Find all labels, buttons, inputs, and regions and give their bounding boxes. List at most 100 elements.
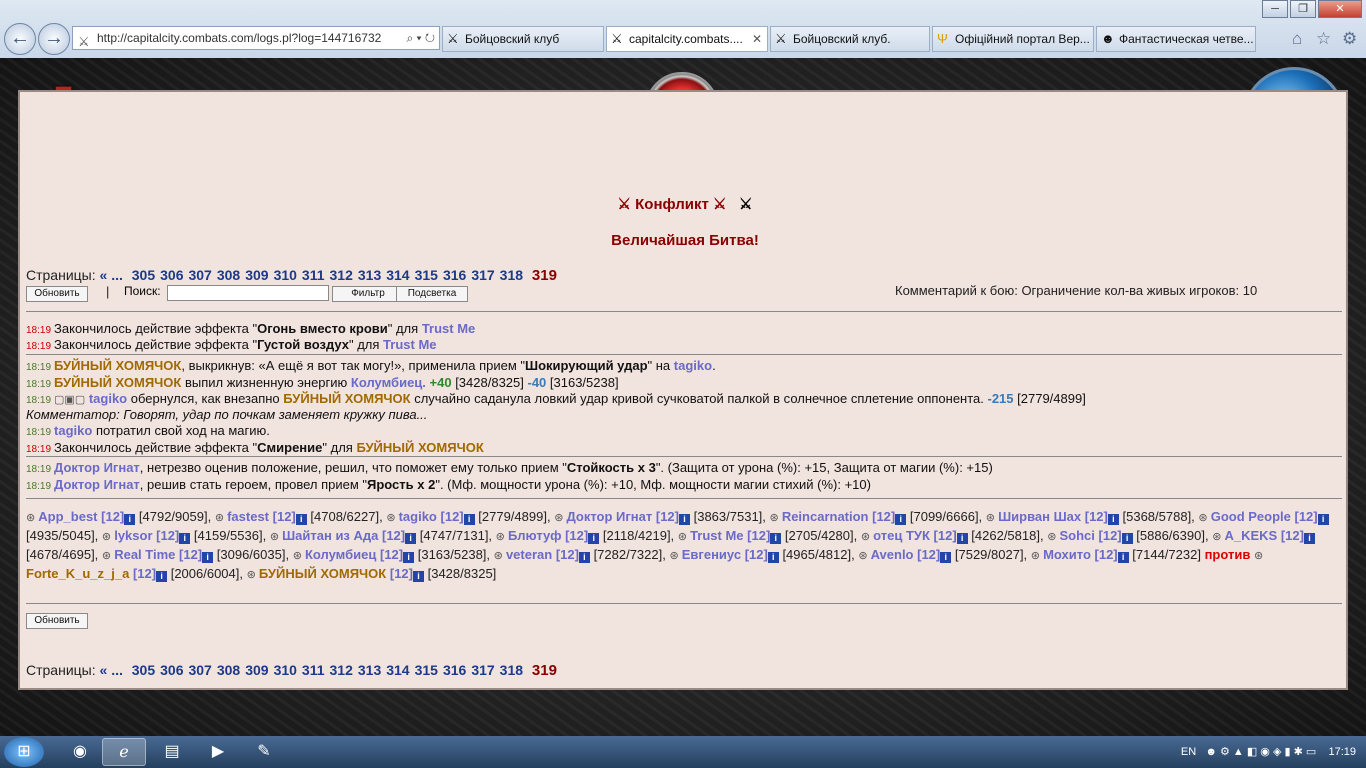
page-link[interactable]: 318 xyxy=(500,662,523,678)
info-icon[interactable]: i xyxy=(295,514,307,525)
minimize-button[interactable]: ─ xyxy=(1262,0,1288,18)
refresh-button-top[interactable]: Обновить xyxy=(26,286,88,302)
tab-5[interactable]: ☻ Фантастическая четве... xyxy=(1096,26,1256,52)
player-name-link[interactable]: Real Time xyxy=(114,547,175,562)
player-link[interactable]: Колумбиец. xyxy=(351,375,426,390)
search-input[interactable] xyxy=(167,285,329,301)
address-tools-icon[interactable]: ⌕ ▾ ↻ xyxy=(406,27,435,49)
player-name-link[interactable]: Колумбиец xyxy=(305,547,376,562)
info-icon[interactable]: i xyxy=(588,533,600,544)
language-indicator[interactable]: EN xyxy=(1181,746,1196,758)
player-name-link[interactable]: Блютуф xyxy=(508,528,562,543)
address-bar[interactable]: ⚔ http://capitalcity.combats.com/logs.pl… xyxy=(72,26,440,50)
close-tab-icon[interactable]: ✕ xyxy=(752,27,762,51)
favorites-icon[interactable]: ☆ xyxy=(1316,29,1331,49)
player-link[interactable]: tagiko xyxy=(674,358,712,373)
page-link[interactable]: 307 xyxy=(188,267,211,283)
player-name-link[interactable]: tagiko xyxy=(399,509,437,524)
player-name-link[interactable]: veteran xyxy=(506,547,552,562)
info-icon[interactable]: i xyxy=(403,552,415,563)
player-name-link[interactable]: Good People xyxy=(1211,509,1291,524)
page-link[interactable]: 309 xyxy=(245,662,268,678)
info-icon[interactable]: i xyxy=(405,533,417,544)
player-name-link[interactable]: Евгениус xyxy=(682,547,741,562)
highlight-button[interactable]: Подсветка xyxy=(396,286,468,302)
player-name-link[interactable]: App_best xyxy=(38,509,97,524)
page-link[interactable]: 310 xyxy=(274,662,297,678)
page-link[interactable]: 313 xyxy=(358,267,381,283)
page-link[interactable]: 316 xyxy=(443,267,466,283)
player-link[interactable]: БУЙНЫЙ ХОМЯЧОК xyxy=(54,358,181,373)
player-link[interactable]: БУЙНЫЙ ХОМЯЧОК xyxy=(54,375,181,390)
info-icon[interactable]: i xyxy=(767,552,779,563)
page-link[interactable]: 306 xyxy=(160,662,183,678)
page-link[interactable]: 314 xyxy=(386,267,409,283)
page-link[interactable]: 310 xyxy=(274,267,297,283)
page-link[interactable]: 307 xyxy=(188,662,211,678)
close-window-button[interactable]: ✕ xyxy=(1318,0,1362,18)
page-link[interactable]: 314 xyxy=(386,662,409,678)
tab-2[interactable]: ⚔ capitalcity.combats.... ✕ xyxy=(606,26,768,52)
info-icon[interactable]: i xyxy=(1107,514,1119,525)
back-button[interactable]: ← xyxy=(4,23,36,55)
info-icon[interactable]: i xyxy=(202,552,214,563)
player-name-link[interactable]: Forte_K_u_z_j_a xyxy=(26,566,129,581)
chrome-taskbar-icon[interactable]: ◉ xyxy=(58,738,102,766)
tab-1[interactable]: ⚔ Бойцовский клуб xyxy=(442,26,604,52)
info-icon[interactable]: i xyxy=(156,571,168,582)
player-link[interactable]: БУЙНЫЙ ХОМЯЧОК xyxy=(356,440,483,455)
player-name-link[interactable]: Trust Me xyxy=(690,528,743,543)
player-link[interactable]: Trust Me xyxy=(422,321,475,336)
page-link[interactable]: 318 xyxy=(500,267,523,283)
page-link[interactable]: 315 xyxy=(415,267,438,283)
info-icon[interactable]: i xyxy=(1303,533,1315,544)
player-link[interactable]: Trust Me xyxy=(383,337,436,352)
home-icon[interactable]: ⌂ xyxy=(1292,29,1302,49)
page-link[interactable]: 313 xyxy=(358,662,381,678)
player-name-link[interactable]: lyksor xyxy=(114,528,152,543)
page-link[interactable]: 305 xyxy=(132,267,155,283)
player-link[interactable]: БУЙНЫЙ ХОМЯЧОК xyxy=(283,391,410,406)
player-link[interactable]: Доктор Игнат xyxy=(54,477,140,492)
clock[interactable]: 17:19 xyxy=(1328,746,1356,758)
refresh-button-bottom[interactable]: Обновить xyxy=(26,613,88,629)
info-icon[interactable]: i xyxy=(578,552,590,563)
forward-button[interactable]: → xyxy=(38,23,70,55)
maximize-button[interactable]: ❐ xyxy=(1290,0,1316,18)
page-link[interactable]: 316 xyxy=(443,662,466,678)
info-icon[interactable]: i xyxy=(770,533,782,544)
info-icon[interactable]: i xyxy=(956,533,968,544)
start-button[interactable]: ⊞ xyxy=(4,737,44,767)
player-link[interactable]: Доктор Игнат xyxy=(54,460,140,475)
page-link[interactable]: 317 xyxy=(471,267,494,283)
filter-button[interactable]: Фильтр xyxy=(332,286,404,302)
player-name-link[interactable]: Доктор Игнат xyxy=(566,509,652,524)
player-name-link[interactable]: Reincarnation xyxy=(782,509,869,524)
player-name-link[interactable]: Avenlo xyxy=(871,547,914,562)
info-icon[interactable]: i xyxy=(940,552,952,563)
info-icon[interactable]: i xyxy=(1117,552,1129,563)
tray-icons[interactable]: ☻ ⚙ ▲ ◧ ◉ ◈ ▮ ✱ ▭ xyxy=(1205,746,1316,758)
page-link[interactable]: 311 xyxy=(302,662,325,678)
info-icon[interactable]: i xyxy=(124,514,136,525)
player-name-link[interactable]: fastest xyxy=(227,509,269,524)
page-link[interactable]: 309 xyxy=(245,267,268,283)
player-link[interactable]: tagiko xyxy=(89,391,127,406)
page-link[interactable]: 308 xyxy=(217,267,240,283)
info-icon[interactable]: i xyxy=(463,514,475,525)
player-name-link[interactable]: Ширван Шах xyxy=(998,509,1081,524)
page-link[interactable]: 315 xyxy=(415,662,438,678)
player-name-link[interactable]: БУЙНЫЙ ХОМЯЧОК xyxy=(259,566,386,581)
tab-3[interactable]: ⚔ Бойцовский клуб. xyxy=(770,26,930,52)
folder-taskbar-icon[interactable]: ▤ xyxy=(150,738,194,766)
pages-prefix-link[interactable]: « ... xyxy=(100,662,123,678)
ie-taskbar-icon[interactable]: ℯ xyxy=(102,738,146,766)
info-icon[interactable]: i xyxy=(895,514,907,525)
info-icon[interactable]: i xyxy=(1121,533,1133,544)
page-link[interactable]: 312 xyxy=(330,267,353,283)
info-icon[interactable]: i xyxy=(678,514,690,525)
player-name-link[interactable]: A_KEKS xyxy=(1224,528,1277,543)
player-name-link[interactable]: отец ТУК xyxy=(873,528,930,543)
player-name-link[interactable]: Мохито xyxy=(1043,547,1091,562)
page-link[interactable]: 317 xyxy=(471,662,494,678)
